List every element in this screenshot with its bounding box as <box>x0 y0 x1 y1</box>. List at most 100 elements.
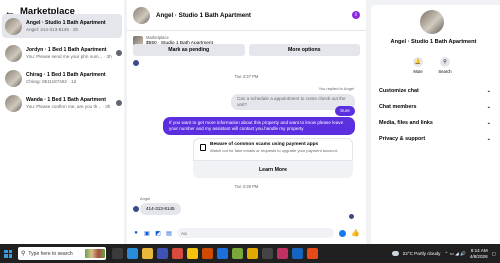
conversation-name: Angel · Studio 1 Bath Apartment <box>26 20 106 26</box>
app-icon[interactable] <box>262 248 273 259</box>
tray-icons[interactable]: ⌃ ▭ ◢ 🔊 <box>444 251 465 257</box>
avatar <box>5 44 22 62</box>
microphone-icon[interactable]: ● <box>133 230 139 237</box>
app-icon[interactable] <box>307 248 318 259</box>
app-icon[interactable] <box>247 248 258 259</box>
search-icon: ⚲ <box>21 251 26 257</box>
timestamp: Tue 3:37 PM <box>234 74 259 79</box>
avatar <box>5 69 22 87</box>
seen-avatar-icon <box>116 100 122 106</box>
thumbs-up-icon[interactable]: 👍 <box>351 229 360 237</box>
learn-more-button[interactable]: Learn More <box>193 163 353 176</box>
chevron-down-icon: ⌄ <box>486 136 491 142</box>
conversation-name: Jordyn · 1 Bed 1 Bath Apartment <box>26 47 107 53</box>
section-privacy-support[interactable]: Privacy & support ⌄ <box>379 136 491 142</box>
mute-button[interactable]: 🔔 Mute <box>408 57 428 74</box>
mark-pending-button[interactable]: Mark as pending <box>133 44 245 56</box>
scam-warning-card: Beware of common scams using payment app… <box>193 138 353 178</box>
clock-date: 4/8/2026 <box>469 253 488 259</box>
app-icon[interactable] <box>172 248 183 259</box>
section-label: Chat members <box>379 104 417 110</box>
section-customize-chat[interactable]: Customize chat ⌄ <box>379 88 491 94</box>
conversation-sidebar: ← Marketplace Angel · Studio 1 Bath Apar… <box>0 0 124 244</box>
message-list: Tue 3:37 PM You replied to Angel Can a s… <box>127 60 366 220</box>
chevron-down-icon: ⌄ <box>486 104 491 110</box>
section-chat-members[interactable]: Chat members ⌄ <box>379 104 491 110</box>
notification-icon[interactable]: ▢ <box>492 251 496 257</box>
listing-source: Marketplace <box>146 35 169 40</box>
search-button[interactable]: ⚲ Search <box>435 57 455 74</box>
chat-title[interactable]: Angel · Studio 1 Bath Apartment <box>156 12 352 19</box>
warning-subtitle: Watch out for fake emails or requests to… <box>210 148 338 153</box>
file-explorer-icon[interactable] <box>142 248 153 259</box>
system-tray: 22°C Partly cloudy ⌃ ▭ ◢ 🔊 6:14 AM 4/8/2… <box>391 248 500 260</box>
conversation-item[interactable]: Wanda · 1 Bed 1 Bath Apartment You: Plea… <box>2 91 122 115</box>
avatar <box>5 17 22 35</box>
message-bubble[interactable]: If you want to get more information abou… <box>163 117 355 136</box>
search-placeholder: Type here to search <box>28 250 73 257</box>
search-highlight-image <box>85 249 105 258</box>
section-label: Media, files and links <box>379 120 433 126</box>
search-label: Search <box>438 69 452 74</box>
taskbar-search[interactable]: ⚲ Type here to search <box>18 247 106 260</box>
app-icon[interactable] <box>202 248 213 259</box>
message-bubble[interactable]: 414-313-8145 <box>140 203 181 216</box>
phone-icon <box>200 144 206 151</box>
sender-avatar-icon <box>133 206 139 212</box>
app-icon[interactable] <box>292 248 303 259</box>
image-icon[interactable]: ▣ <box>144 230 150 237</box>
clock[interactable]: 6:14 AM 4/8/2026 <box>470 248 488 260</box>
scam-warning-body: Beware of common scams using payment app… <box>193 138 353 161</box>
taskbar: ⚲ Type here to search 22°C Partly cloudy… <box>0 244 500 263</box>
conversation-name: Wanda · 1 Bed 1 Bath Apartment <box>26 97 107 103</box>
chat-panel: Angel · Studio 1 Bath Apartment i Market… <box>127 0 366 244</box>
avatar <box>5 94 22 112</box>
conversation-item[interactable]: Chirag · 1 Bed 1 Bath Apartment Chirag: … <box>2 66 122 90</box>
gif-icon[interactable]: ▤ <box>166 230 172 237</box>
edge-icon[interactable] <box>127 248 138 259</box>
conversation-item[interactable]: Angel · Studio 1 Bath Apartment Angel: 4… <box>2 14 122 38</box>
composer: ● ▣ ◩ ▤ Aa 👍 <box>127 224 366 242</box>
seen-avatar-icon <box>349 214 354 219</box>
windows-start-icon[interactable] <box>4 249 12 258</box>
info-icon[interactable]: i <box>352 11 360 19</box>
more-options-button[interactable]: More options <box>248 44 360 56</box>
conversation-preview: You: Please confirm me, are you th... · … <box>26 104 111 109</box>
conversation-item[interactable]: Jordyn · 1 Bed 1 Bath Apartment You: Ple… <box>2 41 122 65</box>
app-icon[interactable] <box>217 248 228 259</box>
store-icon[interactable] <box>157 248 168 259</box>
conversation-name: Chirag · 1 Bed 1 Bath Apartment <box>26 72 106 78</box>
message-bubble[interactable]: Sure <box>335 106 355 117</box>
details-name: Angel · Studio 1 Bath Apartment <box>390 39 477 45</box>
warning-title: Beware of common scams using payment app… <box>210 142 319 147</box>
clock-time: 6:14 AM <box>470 247 488 253</box>
section-media-files[interactable]: Media, files and links ⌄ <box>379 120 491 126</box>
avatar <box>420 10 444 34</box>
section-label: Privacy & support <box>379 136 426 142</box>
seen-avatar-icon <box>116 50 122 56</box>
mute-label: Mute <box>413 69 423 74</box>
sticker-icon[interactable]: ◩ <box>155 230 161 237</box>
avatar[interactable] <box>133 6 150 24</box>
weather-icon[interactable] <box>391 251 399 256</box>
timestamp: Tue 3:39 PM <box>234 184 259 189</box>
task-view-icon[interactable] <box>112 248 123 259</box>
sender-name: Angel <box>140 196 151 201</box>
listing-actions: Mark as pending More options <box>133 44 360 56</box>
chevron-down-icon: ⌄ <box>486 120 491 126</box>
emoji-icon[interactable] <box>339 229 347 237</box>
search-icon: ⚲ <box>440 57 450 67</box>
conversation-preview: Angel: 414-313-8145 · 2h <box>26 27 79 32</box>
weather-text[interactable]: 22°C Partly cloudy <box>403 251 441 256</box>
app-icon[interactable] <box>277 248 288 259</box>
chrome-icon[interactable] <box>187 248 198 259</box>
reply-indicator: You replied to Angel <box>318 86 354 91</box>
message-input[interactable]: Aa <box>177 228 335 238</box>
conversation-preview: Chirag: 8511187462 · 1d <box>26 79 77 84</box>
conversation-preview: You: Please send me your phn num... · 3h <box>26 54 112 59</box>
messenger-app: ← Marketplace Angel · Studio 1 Bath Apar… <box>0 0 500 244</box>
chat-header: Angel · Studio 1 Bath Apartment i <box>127 0 366 31</box>
chevron-down-icon: ⌄ <box>486 88 491 94</box>
bell-icon: 🔔 <box>413 57 423 67</box>
app-icon[interactable] <box>232 248 243 259</box>
